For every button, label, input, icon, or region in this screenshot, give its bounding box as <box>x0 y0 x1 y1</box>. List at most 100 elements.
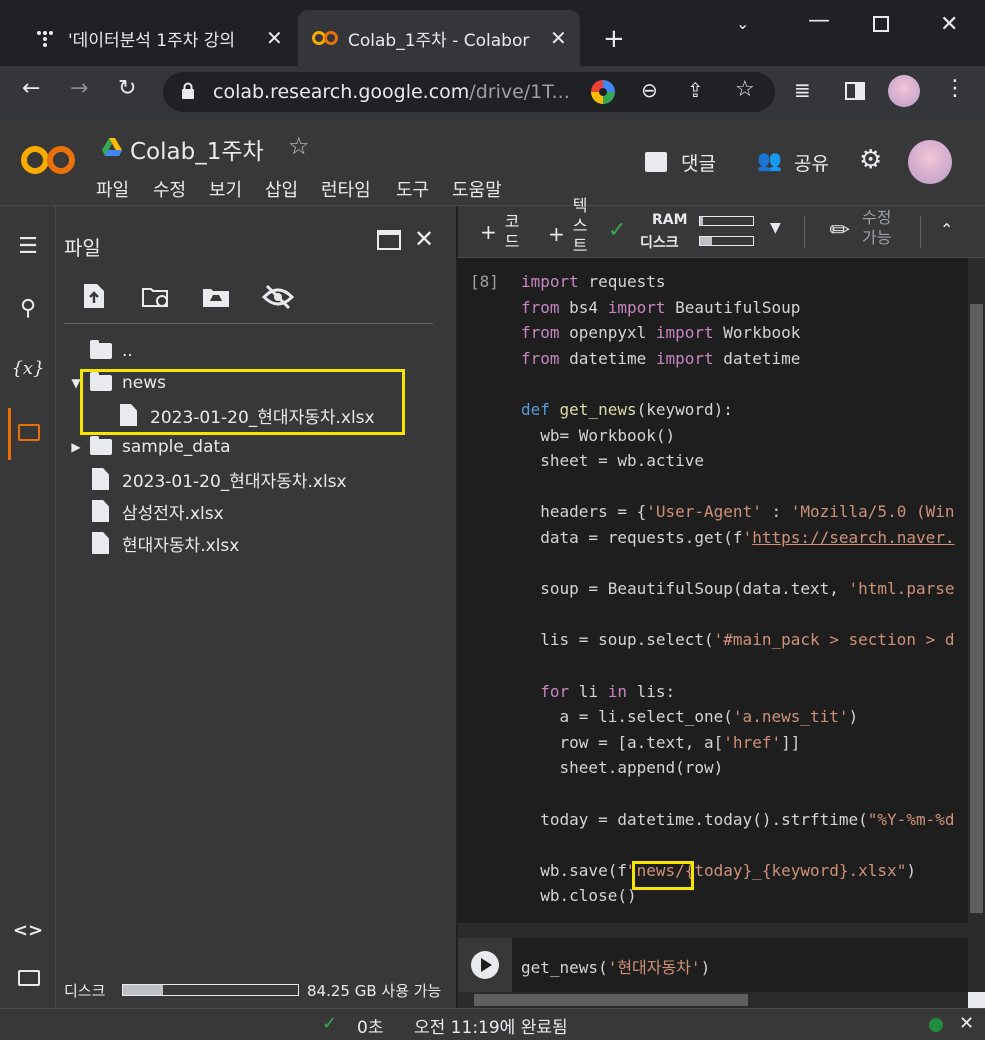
menu-tools[interactable]: 도구 <box>396 176 429 202</box>
share-people-icon[interactable]: 👥 <box>757 148 782 172</box>
refresh-folder-icon[interactable] <box>142 286 170 308</box>
edit-pencil-icon[interactable]: ✎ <box>823 213 857 247</box>
bookmark-star-icon[interactable]: ☆ <box>735 77 755 102</box>
connected-check-icon: ✓ <box>608 218 627 243</box>
colab-logo[interactable] <box>20 142 76 178</box>
search-icon[interactable]: ⚲ <box>0 296 56 321</box>
status-close-icon[interactable]: ✕ <box>959 1013 974 1034</box>
add-code-button[interactable]: + 코 드 <box>480 210 520 254</box>
notebook-title[interactable]: Colab_1주차 <box>130 132 264 166</box>
window-close-icon[interactable]: ✕ <box>940 12 958 37</box>
tree-row-folder[interactable]: ▶ sample_data <box>62 432 231 462</box>
resources-indicator[interactable]: RAM 디스크 <box>640 212 790 252</box>
disk-usage-bar-mini <box>699 236 754 246</box>
code-line: today = datetime.today().strftime("%Y-%m… <box>521 809 955 829</box>
code-cell-next[interactable]: get_news('현대자동차') <box>458 938 968 992</box>
zoom-icon[interactable]: ⊖ <box>641 78 658 102</box>
tree-item-label: sample_data <box>122 437 231 457</box>
next-cell-code: get_news('현대자동차') <box>521 958 711 977</box>
lock-icon[interactable] <box>181 82 195 99</box>
variables-icon[interactable]: {x} <box>0 358 56 379</box>
new-tab-button[interactable]: + <box>603 24 625 54</box>
connection-status-icon <box>929 1018 943 1032</box>
scrollbar-thumb[interactable] <box>970 304 983 913</box>
browser-tab-active[interactable]: Colab_1주차 - Colabor ✕ <box>298 10 580 66</box>
editing-mode-label[interactable]: 수정 가능 <box>862 208 891 248</box>
disk-label: 디스크 <box>64 982 106 1000</box>
tree-row-file[interactable]: 현대자동차.xlsx <box>92 528 239 558</box>
hide-files-icon[interactable] <box>261 284 295 310</box>
file-icon <box>92 532 109 554</box>
open-in-tab-icon[interactable] <box>377 230 401 250</box>
command-palette-icon[interactable] <box>18 970 40 986</box>
chrome-menu-icon[interactable]: ⋮ <box>944 76 966 101</box>
tab-search-icon[interactable]: ⌄ <box>736 14 749 33</box>
code-line: headers = {'User-Agent' : 'Mozilla/5.0 (… <box>521 502 955 522</box>
share-page-icon[interactable]: ⇪ <box>687 78 704 102</box>
horizontal-scrollbar-thumb[interactable] <box>474 994 748 1006</box>
browser-tab-inactive[interactable]: '데이터분석 1주차 강의 ✕ <box>18 10 298 66</box>
account-avatar[interactable] <box>908 140 952 184</box>
star-icon[interactable]: ☆ <box>288 132 310 160</box>
code-line: for li in lis: <box>540 681 676 701</box>
success-check-icon: ✓ <box>322 1013 338 1034</box>
files-folder-icon[interactable] <box>18 424 40 441</box>
upload-file-icon[interactable] <box>84 284 104 308</box>
folder-icon <box>90 436 112 455</box>
comment-button[interactable]: 댓글 <box>681 149 716 176</box>
caret-right-icon[interactable]: ▶ <box>62 440 90 454</box>
address-path: /drive/1T... <box>469 81 570 103</box>
forward-icon[interactable]: → <box>70 76 88 101</box>
maximize-icon[interactable] <box>873 16 889 32</box>
comment-icon[interactable] <box>645 152 667 172</box>
close-panel-icon[interactable]: ✕ <box>414 225 434 253</box>
vertical-scrollbar[interactable] <box>968 258 985 923</box>
media-control-icon[interactable]: ≣ <box>794 78 811 102</box>
file-icon <box>92 468 109 490</box>
resources-dropdown-icon[interactable]: ▼ <box>770 220 781 236</box>
files-panel-title: 파일 <box>64 236 101 260</box>
tree-row-file[interactable]: 2023-01-20_현대자동차.xlsx <box>92 464 347 494</box>
code-line: row = [a.text, a['href']] <box>521 732 801 752</box>
notebook-toolbar: + 코 드 + 텍 스 트 ✓ RAM 디스크 ▼ ✎ 수정 가능 ⌃ <box>458 196 985 258</box>
tree-row-file[interactable]: 삼성전자.xlsx <box>92 496 224 526</box>
address-bar[interactable]: colab.research.google.com/drive/1T... ⊖ … <box>163 72 775 112</box>
elapsed-time: 0초 <box>357 1018 384 1038</box>
code-line: from bs4 import BeautifulSoup <box>521 297 801 317</box>
profile-avatar[interactable] <box>888 75 920 107</box>
share-button[interactable]: 공유 <box>794 149 829 176</box>
tab-close-icon[interactable]: ✕ <box>550 26 567 50</box>
menu-help[interactable]: 도움말 <box>452 176 502 202</box>
menu-edit[interactable]: 수정 <box>153 176 186 202</box>
menu-runtime[interactable]: 런타임 <box>321 176 371 202</box>
notebook-area: + 코 드 + 텍 스 트 ✓ RAM 디스크 ▼ ✎ 수정 가능 ⌃ [8] … <box>458 196 985 1008</box>
code-line: sheet.append(row) <box>521 758 724 778</box>
folder-up-icon <box>90 340 112 359</box>
code-line: wb= Workbook() <box>521 425 676 445</box>
google-drive-icon[interactable] <box>102 138 122 158</box>
code-snippets-icon[interactable]: <> <box>0 920 56 941</box>
menu-view[interactable]: 보기 <box>209 176 242 202</box>
code-line: from openpyxl import Workbook <box>521 323 801 343</box>
reload-icon[interactable]: ↻ <box>118 76 136 101</box>
collapse-header-icon[interactable]: ⌃ <box>940 220 953 239</box>
side-panel-icon[interactable] <box>845 82 865 100</box>
menu-file[interactable]: 파일 <box>96 176 129 202</box>
files-panel: 파일 ✕ .. ▼ news 2023-01-20_현대자동차.xlsx ▶ s… <box>56 206 456 1008</box>
browser-tab-strip: '데이터분석 1주차 강의 ✕ Colab_1주차 - Colabor ✕ + … <box>0 0 985 66</box>
code-line: wb.close() <box>521 886 637 906</box>
horizontal-scrollbar[interactable] <box>458 992 985 1008</box>
tab-favicon-icon <box>32 28 58 48</box>
parent-directory-row[interactable]: .. <box>90 336 133 366</box>
code-cell[interactable]: [8] import requests from bs4 import Beaut… <box>458 258 968 923</box>
status-bar: ✓ 0초 오전 11:19에 완료됨 ✕ <box>0 1008 985 1040</box>
highlight-annotation <box>632 861 694 890</box>
settings-gear-icon[interactable]: ⚙ <box>859 145 882 175</box>
mount-drive-icon[interactable] <box>202 286 230 308</box>
table-of-contents-icon[interactable]: ☰ <box>0 234 56 259</box>
minimize-icon[interactable]: — <box>808 8 830 33</box>
tab-close-icon[interactable]: ✕ <box>266 26 283 50</box>
menu-insert[interactable]: 삽입 <box>265 176 298 202</box>
add-text-button[interactable]: + 텍 스 트 <box>548 194 588 258</box>
back-icon[interactable]: ← <box>22 76 40 101</box>
